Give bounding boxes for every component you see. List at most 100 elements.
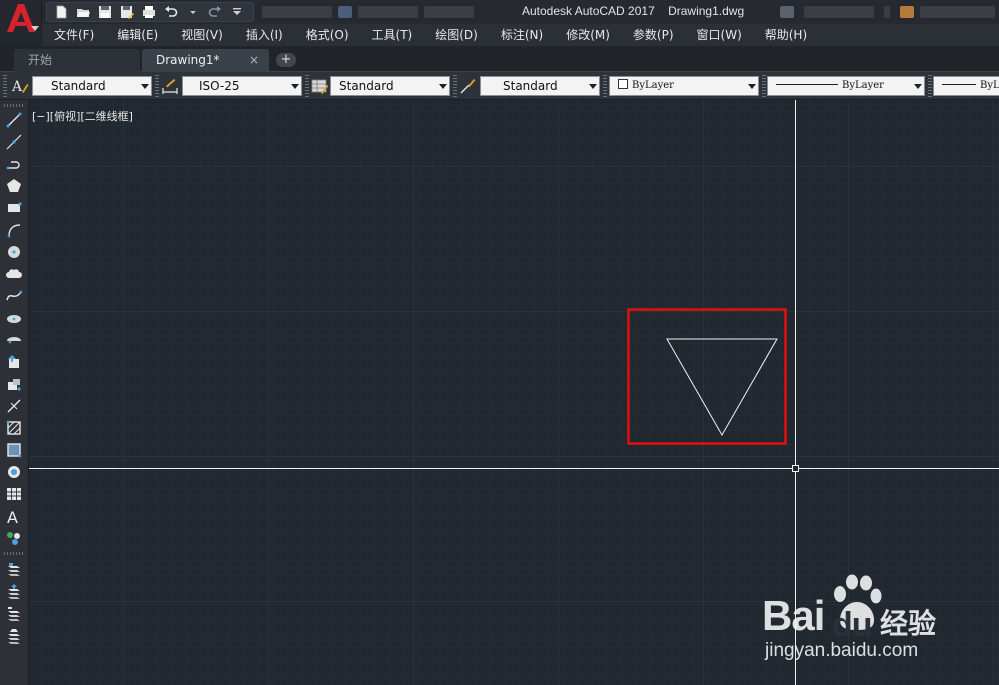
menu-dimension[interactable]: 标注(N)	[489, 24, 554, 46]
viewport-controls-label[interactable]: [−][俯视][二维线框]	[32, 108, 133, 124]
multileader-style-select[interactable]: Standard	[480, 76, 600, 96]
dimension-style-select[interactable]: ISO-25	[182, 76, 302, 96]
multileader-style-value: Standard	[503, 79, 558, 93]
plot-icon[interactable]	[139, 3, 159, 21]
table-icon[interactable]	[4, 484, 24, 504]
redo-icon[interactable]	[205, 3, 225, 21]
save-as-icon[interactable]	[117, 3, 137, 21]
toolbar-grip[interactable]	[155, 75, 159, 97]
dimension-style-icon[interactable]	[160, 76, 180, 96]
polyline-icon[interactable]	[4, 154, 24, 174]
watermark-brand-part1: Bai	[762, 592, 825, 639]
text-style-icon[interactable]: A	[10, 76, 30, 96]
application-menu-button[interactable]	[0, 0, 42, 40]
add-selected-icon[interactable]	[4, 528, 24, 548]
open-icon[interactable]	[73, 3, 93, 21]
chevron-down-icon	[436, 77, 449, 95]
layer-properties-icon[interactable]	[4, 560, 24, 580]
color-value: ByLayer	[632, 80, 674, 91]
line-icon[interactable]	[4, 110, 24, 130]
layer-isolate-icon[interactable]	[4, 604, 24, 624]
customize-icon[interactable]	[227, 3, 247, 21]
new-tab-button[interactable]: +	[276, 53, 296, 67]
svg-text:A: A	[11, 79, 23, 95]
point-icon[interactable]	[4, 396, 24, 416]
watermark-cn: 经验	[880, 607, 937, 640]
styles-toolbar: A Standard ISO-25 Standard Standard ByLa…	[0, 72, 999, 100]
undo-icon[interactable]	[161, 3, 181, 21]
linetype-value: ByLayer	[842, 80, 884, 91]
toolbar-grip[interactable]	[762, 75, 766, 97]
polygon-icon[interactable]	[4, 176, 24, 196]
chevron-down-icon	[288, 77, 301, 95]
menu-bar: 文件(F) 编辑(E) 视图(V) 插入(I) 格式(O) 工具(T) 绘图(D…	[42, 24, 999, 46]
ellipse-arc-icon[interactable]	[4, 330, 24, 350]
region-icon[interactable]	[4, 462, 24, 482]
close-icon[interactable]: ×	[249, 49, 259, 72]
multiline-text-icon[interactable]: A	[4, 506, 24, 526]
new-icon[interactable]	[51, 3, 71, 21]
color-swatch	[618, 79, 628, 89]
lineweight-select[interactable]: ByLa	[933, 76, 999, 96]
blurred-tabs	[262, 4, 502, 20]
menu-window[interactable]: 窗口(W)	[685, 24, 753, 46]
chevron-down-icon	[31, 26, 39, 31]
hatch-icon[interactable]	[4, 418, 24, 438]
spline-icon[interactable]	[4, 286, 24, 306]
linetype-select[interactable]: ByLayer	[767, 76, 925, 96]
menu-help[interactable]: 帮助(H)	[753, 24, 818, 46]
document-tab-bar: 开始 Drawing1* ×	[0, 46, 999, 72]
quick-access-toolbar	[46, 2, 254, 22]
construction-line-icon[interactable]	[4, 132, 24, 152]
toolbar-grip[interactable]	[305, 75, 309, 97]
tab-start[interactable]: 开始	[14, 49, 140, 72]
save-icon[interactable]	[95, 3, 115, 21]
tab-drawing1-label: Drawing1*	[156, 53, 220, 67]
lineweight-value: ByLa	[980, 80, 999, 91]
table-style-select[interactable]: Standard	[330, 76, 450, 96]
toolbar-grip[interactable]	[4, 104, 24, 107]
watermark-url: jingyan.baidu.com	[765, 640, 919, 661]
menu-file[interactable]: 文件(F)	[42, 24, 105, 46]
toolbar-grip[interactable]	[603, 75, 607, 97]
menu-view[interactable]: 视图(V)	[169, 24, 234, 46]
menu-tools[interactable]: 工具(T)	[360, 24, 424, 46]
linetype-preview	[776, 84, 838, 85]
menu-draw[interactable]: 绘图(D)	[423, 24, 489, 46]
toolbar-grip[interactable]	[3, 75, 7, 97]
chevron-down-icon	[586, 77, 599, 95]
menu-edit[interactable]: 编辑(E)	[105, 24, 169, 46]
menu-parametric[interactable]: 参数(P)	[621, 24, 685, 46]
gradient-icon[interactable]	[4, 440, 24, 460]
insert-block-icon[interactable]	[4, 352, 24, 372]
rectangle-icon[interactable]	[4, 198, 24, 218]
menu-insert[interactable]: 插入(I)	[234, 24, 294, 46]
svg-text:A: A	[7, 508, 18, 524]
chevron-down-icon	[138, 77, 151, 95]
arc-icon[interactable]	[4, 220, 24, 240]
revision-cloud-icon[interactable]	[4, 264, 24, 284]
text-style-value: Standard	[51, 79, 106, 93]
tab-drawing1[interactable]: Drawing1* ×	[142, 49, 269, 72]
text-style-select[interactable]: Standard	[32, 76, 152, 96]
baidu-jingyan-watermark: Bai du 经验 jingyan.baidu.com	[762, 572, 962, 672]
layer-states-icon[interactable]	[4, 582, 24, 602]
chevron-down-icon	[745, 77, 758, 95]
toolbar-grip[interactable]	[928, 75, 932, 97]
ellipse-icon[interactable]	[4, 308, 24, 328]
menu-format[interactable]: 格式(O)	[294, 24, 360, 46]
multileader-style-icon[interactable]	[458, 76, 478, 96]
color-select[interactable]: ByLayer	[609, 76, 759, 96]
watermark-brand: Bai du	[762, 592, 873, 644]
make-block-icon[interactable]	[4, 374, 24, 394]
undo-dropdown-icon[interactable]	[183, 3, 203, 21]
title-bar: Autodesk AutoCAD 2017 Drawing1.dwg	[0, 0, 999, 24]
circle-icon[interactable]	[4, 242, 24, 262]
lineweight-preview	[942, 84, 976, 85]
layer-walk-icon[interactable]	[4, 626, 24, 646]
table-style-icon[interactable]	[310, 76, 330, 96]
draw-toolbar: A	[0, 100, 29, 685]
toolbar-grip[interactable]	[4, 552, 24, 555]
toolbar-grip[interactable]	[453, 75, 457, 97]
menu-modify[interactable]: 修改(M)	[554, 24, 621, 46]
